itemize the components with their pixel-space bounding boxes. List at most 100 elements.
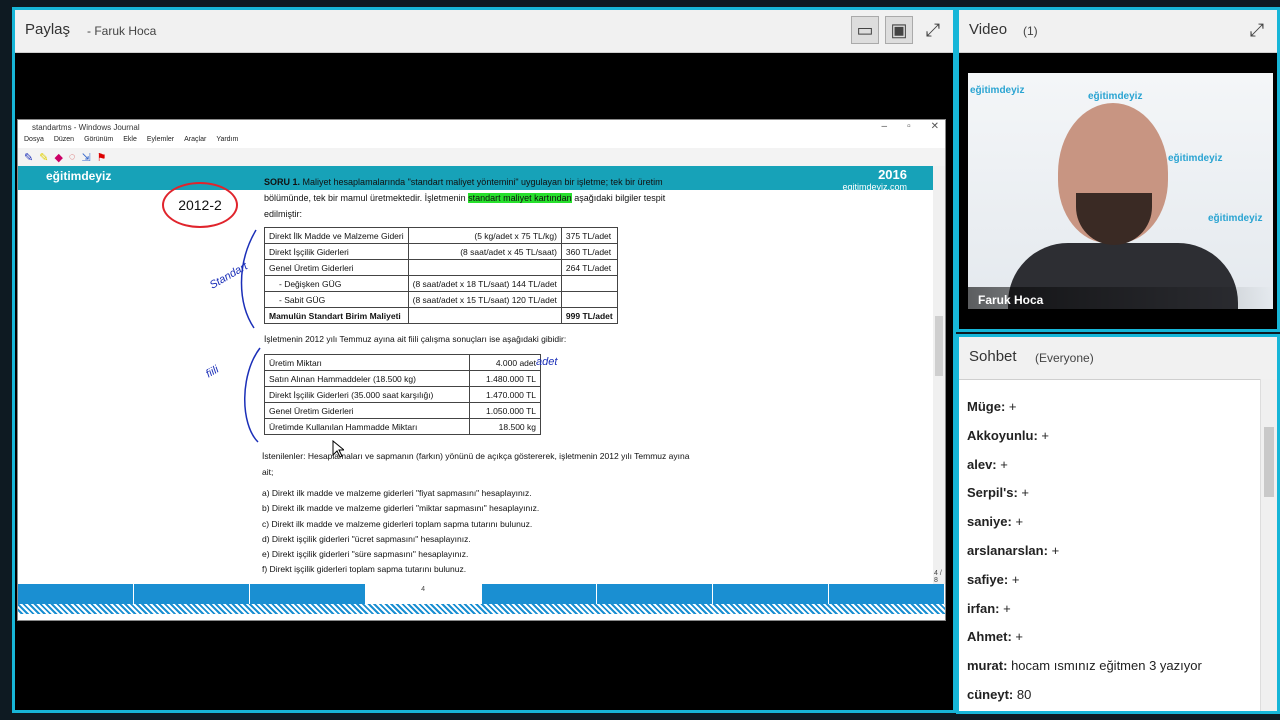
scroll-thumb[interactable] bbox=[935, 316, 943, 376]
table-row: - Sabit GÜG (8 saat/adet x 15 TL/saat) 12… bbox=[264, 291, 618, 308]
page-navigation-bar[interactable]: 4 bbox=[18, 584, 945, 604]
table-row: Direkt İşçilik Giderleri (8 saat/adet x 4… bbox=[264, 243, 618, 260]
menu-araclar[interactable]: Araçlar bbox=[184, 136, 206, 148]
chat-message: Ahmet: + bbox=[967, 629, 1023, 645]
watermark-logo: eğitimdeyiz bbox=[1088, 91, 1143, 102]
menu-gorunum[interactable]: Görünüm bbox=[84, 136, 113, 148]
page-segment[interactable] bbox=[597, 584, 714, 604]
presenter-name-tag: Faruk Hoca bbox=[968, 287, 1273, 309]
chat-scroll-thumb[interactable] bbox=[1264, 427, 1274, 497]
chat-message: saniye: + bbox=[967, 514, 1024, 530]
actual-results-table: Üretim Miktarı 4.000 adet Satın Alınan Ha… bbox=[264, 354, 541, 435]
actual-results-intro: İşletmenin 2012 yılı Temmuz ayına ait fi… bbox=[264, 334, 567, 344]
share-pod: Paylaş - Faruk Hoca ▭ ▣ ⤢ standartms - W… bbox=[12, 7, 956, 713]
windows-journal-window: standartms - Windows Journal – ▫ ✕ Dosya… bbox=[17, 119, 946, 621]
chat-message: arslanarslan: + bbox=[967, 542, 1060, 558]
table-row: Mamulün Standart Birim Maliyeti 999 TL/ad… bbox=[264, 307, 618, 324]
close-button[interactable]: ✕ bbox=[931, 121, 939, 132]
list-item: c) Direkt ilk madde ve malzeme giderleri… bbox=[262, 518, 533, 529]
menu-duzen[interactable]: Düzen bbox=[54, 136, 74, 148]
current-page-segment[interactable]: 4 bbox=[365, 584, 482, 604]
table-row: Üretim Miktarı 4.000 adet bbox=[264, 354, 541, 371]
video-pod-header: Video (1) ⤢ bbox=[959, 10, 1277, 53]
chat-scrollbar[interactable] bbox=[1260, 379, 1277, 711]
menu-ekle[interactable]: Ekle bbox=[123, 136, 137, 148]
highlighter-icon[interactable]: ✎ bbox=[39, 151, 48, 164]
share-presenter-name: - Faruk Hoca bbox=[87, 24, 157, 38]
full-screen-view-button[interactable]: ▣ bbox=[885, 16, 913, 44]
table-row: Direkt İlk Madde ve Malzeme Gideri (5 kg/… bbox=[264, 227, 618, 244]
chat-message: irfan: + bbox=[967, 600, 1011, 616]
page-segment[interactable] bbox=[482, 584, 598, 604]
pen-icon[interactable]: ✎ bbox=[24, 151, 33, 164]
standard-cost-table: Direkt İlk Madde ve Malzeme Gideri (5 kg/… bbox=[264, 227, 618, 324]
list-item: f) Direkt işçilik giderleri toplam sapma… bbox=[262, 564, 467, 575]
watermark-logo: eğitimdeyiz bbox=[970, 85, 1025, 96]
page-bar-hatch bbox=[18, 604, 945, 614]
maximize-video-button[interactable]: ⤢ bbox=[1243, 16, 1271, 44]
list-item: b) Direkt ilk madde ve malzeme giderleri… bbox=[262, 503, 540, 514]
menu-eylemler[interactable]: Eylemler bbox=[147, 136, 174, 148]
mouse-cursor-icon bbox=[332, 440, 344, 458]
list-item: d) Direkt işçilik giderleri "ücret sapma… bbox=[262, 533, 471, 544]
requirements-text: İstenilenler: Hesaplamaları ve sapmanın … bbox=[262, 451, 690, 477]
table-row: Üretimde Kullanılan Hammadde Miktarı 18.5… bbox=[264, 418, 541, 435]
flag-icon[interactable]: ⚑ bbox=[97, 151, 107, 164]
monitor-icon: ▭ bbox=[856, 19, 874, 40]
journal-vertical-scrollbar[interactable]: 4 / 8 bbox=[933, 166, 945, 584]
chat-message: cüneyt: 80 bbox=[967, 686, 1032, 702]
table-row: - Değişken GÜG (8 saat/adet x 18 TL/saat)… bbox=[264, 275, 618, 292]
egitimdeyiz-logo: eğitimdeyiz bbox=[46, 169, 112, 183]
video-pod-title: Video bbox=[969, 21, 1008, 38]
table-row: Genel Üretim Giderleri 1.050.000 TL bbox=[264, 402, 541, 419]
list-item: e) Direkt işçilik giderleri "süre sapmas… bbox=[262, 549, 469, 560]
page-segment[interactable] bbox=[829, 584, 945, 604]
eraser-icon[interactable]: ◆ bbox=[54, 151, 62, 164]
chat-message: alev: + bbox=[967, 456, 1008, 472]
journal-page: eğitimdeyiz 2016 egitimdeyiz.com 2012-2 … bbox=[18, 166, 933, 584]
page-segment[interactable] bbox=[713, 584, 830, 604]
page-segment[interactable] bbox=[250, 584, 366, 604]
watermark-logo: eğitimdeyiz bbox=[1208, 213, 1263, 224]
screen-icon: ▣ bbox=[890, 19, 908, 40]
restore-button[interactable]: ▫ bbox=[907, 121, 911, 132]
task-list: a) Direkt ilk madde ve malzeme giderleri… bbox=[262, 486, 539, 578]
watermark-logo: eğitimdeyiz bbox=[1168, 153, 1223, 164]
fit-width-button[interactable]: ▭ bbox=[851, 16, 879, 44]
journal-menubar: Dosya Düzen Görünüm Ekle Eylemler Araçla… bbox=[18, 136, 945, 148]
question-number: SORU 1. bbox=[264, 177, 301, 187]
question-text: SORU 1. Maliyet hesaplamalarında "standa… bbox=[264, 174, 696, 222]
chat-pod-header: Sohbet (Everyone) bbox=[959, 337, 1277, 380]
lasso-icon[interactable]: ◌ bbox=[69, 151, 76, 163]
header-year: 2016 bbox=[878, 167, 907, 182]
highlighted-phrase: standart maliyet kartından bbox=[468, 193, 572, 203]
minimize-button[interactable]: – bbox=[882, 121, 888, 132]
chat-pod-title: Sohbet bbox=[969, 348, 1017, 365]
circled-year-note: 2012-2 bbox=[162, 182, 238, 228]
journal-titlebar: standartms - Windows Journal – ▫ ✕ bbox=[18, 120, 945, 136]
document-paper: 2012-2 Standart fiili SORU 1. Maliyet he… bbox=[30, 177, 925, 584]
ink-fiili-note: fiili bbox=[203, 363, 221, 381]
video-count: (1) bbox=[1023, 24, 1038, 38]
share-pod-title: Paylaş bbox=[25, 21, 71, 38]
chat-message: Akkoyunlu: + bbox=[967, 427, 1050, 443]
page-counter: 4 / 8 bbox=[934, 570, 942, 584]
menu-yardim[interactable]: Yardım bbox=[216, 136, 238, 148]
maximize-pod-button[interactable]: ⤢ bbox=[919, 16, 947, 44]
page-segment[interactable] bbox=[18, 584, 134, 604]
expand-icon: ⤢ bbox=[925, 19, 941, 40]
chat-message: Serpil's: + bbox=[967, 485, 1029, 501]
menu-dosya[interactable]: Dosya bbox=[24, 136, 44, 148]
page-segment[interactable] bbox=[134, 584, 250, 604]
share-pod-header: Paylaş - Faruk Hoca ▭ ▣ ⤢ bbox=[15, 10, 953, 53]
table-row: Genel Üretim Giderleri 264 TL/adet bbox=[264, 259, 618, 276]
chat-message-list: Müge: + Akkoyunlu: + alev: + Serpil's: +… bbox=[967, 393, 1257, 710]
table-row: Satın Alınan Hammaddeler (18.500 kg) 1.48… bbox=[264, 370, 541, 387]
chat-message: Müge: + bbox=[967, 399, 1017, 414]
chat-pod: Sohbet (Everyone) Müge: + Akkoyunlu: + a… bbox=[956, 334, 1280, 714]
list-item: a) Direkt ilk madde ve malzeme giderleri… bbox=[262, 488, 532, 498]
insert-space-icon[interactable]: ⇲ bbox=[81, 151, 90, 164]
expand-icon: ⤢ bbox=[1249, 19, 1265, 40]
table-row: Direkt İşçilik Giderleri (35.000 saat ka… bbox=[264, 386, 541, 403]
journal-window-title: standartms - Windows Journal bbox=[32, 123, 140, 132]
